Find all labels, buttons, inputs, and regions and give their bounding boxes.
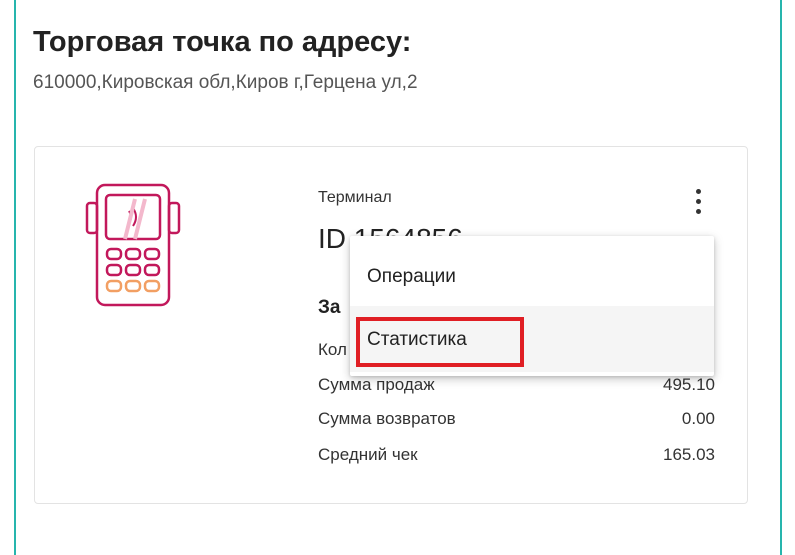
stats-heading: За [318,297,341,318]
stat-label: Средний чек [318,445,418,464]
menu-item-operations[interactable]: Операции [350,240,714,306]
stat-row: Сумма возвратов 0.00 [318,409,715,433]
highlight-annotation [356,317,524,367]
panel-border-left [14,0,16,555]
stat-label: Кол [318,340,347,359]
outlet-title: Торговая точка по адресу: [33,26,412,58]
panel-border-right [780,0,782,555]
stat-label: Сумма возвратов [318,409,456,428]
outlet-address: 610000,Кировская обл,Киров г,Герцена ул,… [33,72,418,93]
stat-label: Сумма продаж [318,375,435,394]
more-vertical-icon[interactable] [685,185,711,219]
stat-value: 495.10 [663,375,715,394]
menu-item-label: Операции [367,266,456,287]
stat-value: 165.03 [663,445,715,464]
terminal-type-label: Терминал [318,189,392,206]
stat-row: Средний чек 165.03 [318,445,715,469]
pos-terminal-icon [85,183,181,307]
stat-value: 0.00 [681,409,715,428]
stat-row: Сумма продаж 495.10 [318,375,715,399]
